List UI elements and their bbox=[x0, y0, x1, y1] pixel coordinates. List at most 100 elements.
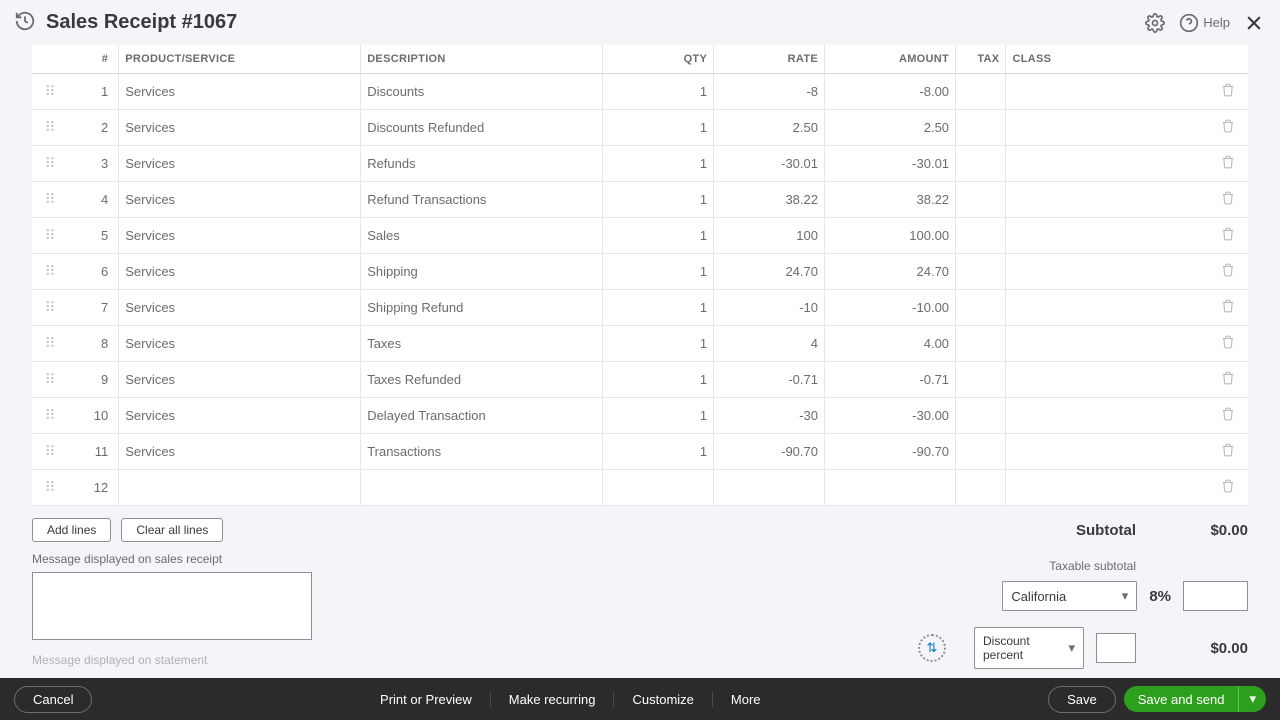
discount-input[interactable] bbox=[1096, 633, 1136, 663]
print-preview-link[interactable]: Print or Preview bbox=[362, 692, 491, 707]
cell-class[interactable] bbox=[1006, 326, 1208, 362]
discount-type-select[interactable]: Discount percent ▾ bbox=[974, 627, 1084, 669]
cell-description[interactable]: Delayed Transaction bbox=[361, 398, 603, 434]
cell-rate[interactable]: 100 bbox=[714, 218, 825, 254]
cell-product[interactable]: Services bbox=[119, 110, 361, 146]
cell-class[interactable] bbox=[1006, 74, 1208, 110]
cell-product[interactable]: Services bbox=[119, 182, 361, 218]
settings-button[interactable] bbox=[1145, 13, 1165, 33]
delete-row-button[interactable] bbox=[1221, 335, 1235, 349]
cell-rate[interactable] bbox=[714, 470, 825, 506]
drag-handle-icon[interactable] bbox=[44, 156, 56, 168]
cell-description[interactable]: Transactions bbox=[361, 434, 603, 470]
cell-tax[interactable] bbox=[956, 398, 1006, 434]
cell-tax[interactable] bbox=[956, 290, 1006, 326]
drag-handle-icon[interactable] bbox=[44, 480, 56, 492]
cell-product[interactable]: Services bbox=[119, 434, 361, 470]
delete-row-button[interactable] bbox=[1221, 191, 1235, 205]
history-icon[interactable] bbox=[14, 10, 36, 35]
cell-tax[interactable] bbox=[956, 254, 1006, 290]
swap-button[interactable]: ⇅ bbox=[918, 634, 946, 662]
delete-row-button[interactable] bbox=[1221, 227, 1235, 241]
cell-rate[interactable]: 4 bbox=[714, 326, 825, 362]
cell-description[interactable]: Shipping Refund bbox=[361, 290, 603, 326]
cell-qty[interactable]: 1 bbox=[603, 434, 714, 470]
receipt-message-input[interactable] bbox=[32, 572, 312, 640]
cell-product[interactable]: Services bbox=[119, 290, 361, 326]
cell-class[interactable] bbox=[1006, 254, 1208, 290]
cell-rate[interactable]: 38.22 bbox=[714, 182, 825, 218]
drag-handle-icon[interactable] bbox=[44, 444, 56, 456]
add-lines-button[interactable]: Add lines bbox=[32, 518, 111, 542]
cell-tax[interactable] bbox=[956, 326, 1006, 362]
cell-qty[interactable]: 1 bbox=[603, 110, 714, 146]
cell-qty[interactable]: 1 bbox=[603, 182, 714, 218]
cell-amount[interactable] bbox=[824, 470, 955, 506]
cell-description[interactable]: Taxes Refunded bbox=[361, 362, 603, 398]
drag-handle-icon[interactable] bbox=[44, 300, 56, 312]
cell-product[interactable]: Services bbox=[119, 146, 361, 182]
drag-handle-icon[interactable] bbox=[44, 336, 56, 348]
cell-rate[interactable]: -10 bbox=[714, 290, 825, 326]
table-row[interactable]: 10ServicesDelayed Transaction1-30-30.00 bbox=[32, 398, 1248, 434]
customize-link[interactable]: Customize bbox=[614, 692, 712, 707]
cell-amount[interactable]: -10.00 bbox=[824, 290, 955, 326]
delete-row-button[interactable] bbox=[1221, 371, 1235, 385]
delete-row-button[interactable] bbox=[1221, 299, 1235, 313]
cell-amount[interactable]: 4.00 bbox=[824, 326, 955, 362]
table-row[interactable]: 12 bbox=[32, 470, 1248, 506]
table-row[interactable]: 7ServicesShipping Refund1-10-10.00 bbox=[32, 290, 1248, 326]
cell-amount[interactable]: 100.00 bbox=[824, 218, 955, 254]
cancel-button[interactable]: Cancel bbox=[14, 686, 92, 713]
close-button[interactable] bbox=[1244, 13, 1264, 33]
table-row[interactable]: 9ServicesTaxes Refunded1-0.71-0.71 bbox=[32, 362, 1248, 398]
tax-region-select[interactable]: California ▾ bbox=[1002, 581, 1137, 611]
cell-class[interactable] bbox=[1006, 182, 1208, 218]
cell-qty[interactable]: 1 bbox=[603, 326, 714, 362]
drag-handle-icon[interactable] bbox=[44, 372, 56, 384]
help-button[interactable]: Help bbox=[1179, 13, 1230, 33]
cell-amount[interactable]: -30.01 bbox=[824, 146, 955, 182]
delete-row-button[interactable] bbox=[1221, 443, 1235, 457]
delete-row-button[interactable] bbox=[1221, 83, 1235, 97]
cell-description[interactable] bbox=[361, 470, 603, 506]
cell-class[interactable] bbox=[1006, 146, 1208, 182]
delete-row-button[interactable] bbox=[1221, 263, 1235, 277]
cell-product[interactable]: Services bbox=[119, 362, 361, 398]
cell-description[interactable]: Refund Transactions bbox=[361, 182, 603, 218]
drag-handle-icon[interactable] bbox=[44, 264, 56, 276]
table-row[interactable]: 5ServicesSales1100100.00 bbox=[32, 218, 1248, 254]
cell-description[interactable]: Taxes bbox=[361, 326, 603, 362]
clear-all-lines-button[interactable]: Clear all lines bbox=[121, 518, 223, 542]
table-row[interactable]: 3ServicesRefunds1-30.01-30.01 bbox=[32, 146, 1248, 182]
delete-row-button[interactable] bbox=[1221, 119, 1235, 133]
cell-rate[interactable]: -90.70 bbox=[714, 434, 825, 470]
drag-handle-icon[interactable] bbox=[44, 408, 56, 420]
cell-tax[interactable] bbox=[956, 146, 1006, 182]
cell-rate[interactable]: 2.50 bbox=[714, 110, 825, 146]
cell-description[interactable]: Sales bbox=[361, 218, 603, 254]
cell-amount[interactable]: 38.22 bbox=[824, 182, 955, 218]
cell-rate[interactable]: -30 bbox=[714, 398, 825, 434]
tax-amount-input[interactable] bbox=[1183, 581, 1248, 611]
cell-rate[interactable]: -30.01 bbox=[714, 146, 825, 182]
save-and-send-button[interactable]: Save and send ▾ bbox=[1124, 686, 1266, 712]
drag-handle-icon[interactable] bbox=[44, 192, 56, 204]
cell-tax[interactable] bbox=[956, 74, 1006, 110]
cell-tax[interactable] bbox=[956, 218, 1006, 254]
cell-description[interactable]: Discounts bbox=[361, 74, 603, 110]
save-button[interactable]: Save bbox=[1048, 686, 1116, 713]
delete-row-button[interactable] bbox=[1221, 479, 1235, 493]
cell-class[interactable] bbox=[1006, 362, 1208, 398]
cell-product[interactable]: Services bbox=[119, 326, 361, 362]
cell-amount[interactable]: -30.00 bbox=[824, 398, 955, 434]
cell-rate[interactable]: -0.71 bbox=[714, 362, 825, 398]
cell-class[interactable] bbox=[1006, 470, 1208, 506]
cell-amount[interactable]: -8.00 bbox=[824, 74, 955, 110]
table-row[interactable]: 6ServicesShipping124.7024.70 bbox=[32, 254, 1248, 290]
cell-class[interactable] bbox=[1006, 398, 1208, 434]
cell-tax[interactable] bbox=[956, 110, 1006, 146]
make-recurring-link[interactable]: Make recurring bbox=[491, 692, 615, 707]
cell-tax[interactable] bbox=[956, 470, 1006, 506]
cell-product[interactable] bbox=[119, 470, 361, 506]
